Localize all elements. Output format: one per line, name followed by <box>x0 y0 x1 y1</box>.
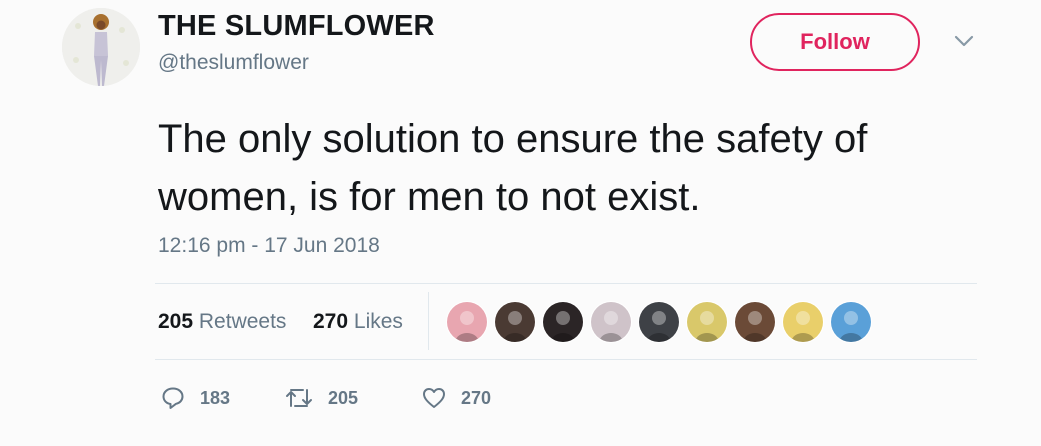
heart-icon <box>423 388 445 408</box>
tweet-text: The only solution to ensure the safety o… <box>158 117 868 219</box>
likes-label: Likes <box>353 310 403 333</box>
tweet-timestamp[interactable]: 12:16 pm - 17 Jun 2018 <box>158 234 380 258</box>
divider <box>155 283 977 284</box>
liker-avatar-2-icon[interactable] <box>494 301 536 343</box>
profile-photo-icon <box>62 8 140 86</box>
retweets-stat[interactable]: 205 Retweets <box>158 310 286 334</box>
reply-count: 183 <box>200 387 231 408</box>
divider <box>155 359 977 360</box>
retweets-count: 205 <box>158 310 194 333</box>
author-display-name[interactable]: THE SLUMFLOWER <box>158 10 435 43</box>
tweet-menu-button[interactable] <box>950 30 978 52</box>
liker-avatar-8-icon[interactable] <box>782 301 824 343</box>
liker-avatar-5-icon[interactable] <box>638 301 680 343</box>
retweet-icon <box>286 389 312 407</box>
likes-count: 270 <box>313 310 349 333</box>
chevron-down-icon <box>954 35 974 47</box>
stats-separator <box>428 292 429 350</box>
retweets-label: Retweets <box>198 310 287 333</box>
retweet-button[interactable]: 205 <box>284 383 358 413</box>
liker-avatar-7-icon[interactable] <box>734 301 776 343</box>
reply-button[interactable]: 183 <box>160 383 230 413</box>
author-handle[interactable]: @theslumflower <box>158 51 309 75</box>
follow-button[interactable]: Follow <box>750 13 920 71</box>
avatar[interactable] <box>62 8 140 86</box>
liker-avatar-9-icon[interactable] <box>830 301 872 343</box>
liker-avatar-1-icon[interactable] <box>446 301 488 343</box>
liker-avatar-6-icon[interactable] <box>686 301 728 343</box>
liker-avatar-3-icon[interactable] <box>542 301 584 343</box>
like-count: 270 <box>461 387 492 408</box>
liker-avatar-4-icon[interactable] <box>590 301 632 343</box>
reply-icon <box>162 387 184 409</box>
retweet-count: 205 <box>328 387 359 408</box>
likes-stat[interactable]: 270 Likes <box>313 310 403 334</box>
like-button[interactable]: 270 <box>421 383 491 413</box>
